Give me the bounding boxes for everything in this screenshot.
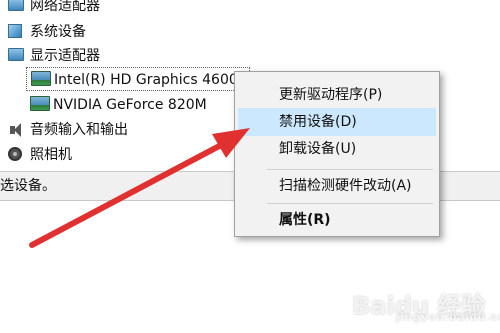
menu-item-uninstall-device[interactable]: 卸载设备(U) <box>238 135 436 163</box>
gpu-icon <box>30 96 50 111</box>
status-text: 选设备。 <box>0 178 56 194</box>
menu-item-disable-device[interactable]: 禁用设备(D) <box>238 108 436 136</box>
menu-item-label: 禁用设备(D) <box>279 114 357 130</box>
speaker-icon <box>8 122 22 138</box>
tree-item-network-adapters[interactable]: 网络适配器 <box>0 0 250 18</box>
menu-separator <box>267 169 433 170</box>
tree-item-display-adapters[interactable]: 显示适配器 <box>0 44 250 68</box>
menu-separator <box>267 203 433 204</box>
tree-item-label: Intel(R) HD Graphics 4600 <box>54 72 238 88</box>
baidu-watermark-logo: Baidu 经验 jingyan.baidu.com <box>352 286 500 326</box>
tree-item-label: 音频输入和输出 <box>30 122 128 138</box>
gpu-icon <box>31 71 51 86</box>
tree-item-label: 系统设备 <box>30 24 86 40</box>
menu-item-scan-hardware[interactable]: 扫描检测硬件改动(A) <box>238 172 436 200</box>
context-menu: 更新驱动程序(P) 禁用设备(D) 卸载设备(U) 扫描检测硬件改动(A) 属性… <box>234 71 440 237</box>
watermark-subtext: jingyan.baidu.com <box>396 312 500 323</box>
tree-item-intel-gpu[interactable]: Intel(R) HD Graphics 4600 <box>26 67 250 91</box>
menu-item-label: 卸载设备(U) <box>279 141 357 157</box>
tree-item-audio[interactable]: 音频输入和输出 <box>0 118 250 142</box>
menu-item-properties[interactable]: 属性(R) <box>238 206 436 234</box>
tree-item-label: 照相机 <box>30 147 72 163</box>
display-adapter-icon <box>8 48 24 61</box>
tree-item-label: 网络适配器 <box>30 0 100 14</box>
tree-item-label: NVIDIA GeForce 820M <box>53 97 207 113</box>
tree-item-nvidia-gpu[interactable]: NVIDIA GeForce 820M <box>26 93 250 117</box>
system-device-icon <box>8 24 22 38</box>
menu-item-label: 扫描检测硬件改动(A) <box>279 178 412 194</box>
network-adapter-icon <box>8 0 24 11</box>
menu-item-update-driver[interactable]: 更新驱动程序(P) <box>238 81 436 109</box>
tree-item-system-devices[interactable]: 系统设备 <box>0 20 250 44</box>
tree-item-camera[interactable]: 照相机 <box>0 143 250 167</box>
menu-item-label: 更新驱动程序(P) <box>279 87 383 103</box>
camera-icon <box>8 147 22 161</box>
menu-item-label: 属性(R) <box>279 212 331 228</box>
tree-item-label: 显示适配器 <box>30 48 100 64</box>
